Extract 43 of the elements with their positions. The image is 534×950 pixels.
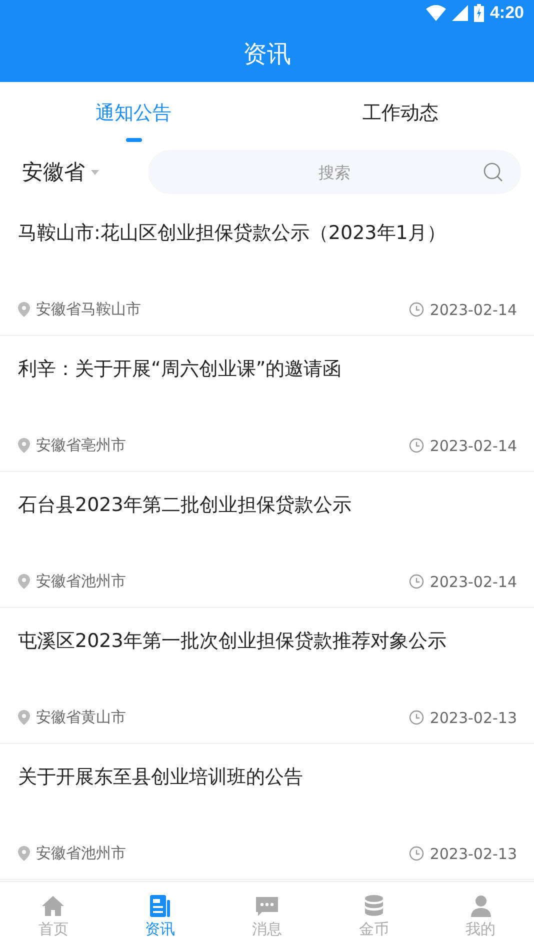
signal-icon [452, 5, 468, 21]
province-dropdown[interactable]: 安徽省 [22, 158, 128, 186]
article-item[interactable]: 屯溪区2023年第一批次创业担保贷款推荐对象公示 安徽省黄山市 2023-02-13 [0, 608, 534, 744]
article-item[interactable]: 利辛：关于开展“周六创业课”的邀请函 安徽省亳州市 2023-02-14 [0, 336, 534, 472]
article-title: 屯溪区2023年第一批次创业担保贷款推荐对象公示 [18, 629, 448, 654]
location-pin-icon [18, 302, 30, 317]
clock-icon [408, 574, 424, 589]
article-title: 关于开展东至县创业培训班的公告 [18, 765, 304, 790]
article-location: 安徽省亳州市 [36, 436, 126, 455]
status-time: 4:20 [490, 3, 524, 23]
page-title: 资讯 [243, 39, 291, 70]
location-pin-icon [18, 438, 30, 453]
clock-icon [408, 846, 424, 861]
article-item[interactable]: 关于开展东至县创业培训班的公告 安徽省池州市 2023-02-13 [0, 744, 534, 880]
article-date: 2023-02-13 [430, 844, 517, 862]
article-title: 利辛：关于开展“周六创业课”的邀请函 [18, 357, 343, 382]
location-pin-icon [18, 846, 30, 861]
search-field[interactable]: 搜索 [148, 150, 521, 194]
article-date: 2023-02-14 [430, 572, 517, 590]
clock-icon [408, 438, 424, 453]
location-pin-icon [18, 710, 30, 725]
wifi-icon [426, 5, 446, 21]
article-date: 2023-02-14 [430, 300, 517, 318]
article-location: 安徽省池州市 [36, 572, 126, 591]
article-date: 2023-02-14 [430, 436, 517, 454]
clock-icon [408, 710, 424, 725]
home-icon [41, 894, 66, 918]
article-location: 安徽省池州市 [36, 844, 126, 863]
clock-icon [408, 302, 424, 317]
article-date: 2023-02-13 [430, 708, 517, 726]
article-location: 安徽省马鞍山市 [36, 300, 141, 319]
search-icon[interactable] [483, 162, 503, 182]
article-item[interactable]: 马鞍山市:花山区创业担保贷款公示（2023年1月） 安徽省马鞍山市 2023-02-14 [0, 200, 534, 336]
article-location: 安徽省黄山市 [36, 708, 126, 727]
article-title: 马鞍山市:花山区创业担保贷款公示（2023年1月） [18, 221, 447, 246]
location-pin-icon [18, 574, 30, 589]
user-icon [468, 894, 493, 918]
article-item[interactable]: 石台县2023年第二批创业担保贷款公示 安徽省池州市 2023-02-14 [0, 472, 534, 608]
article-title: 石台县2023年第二批创业担保贷款公示 [18, 493, 352, 518]
caret-icon [91, 170, 99, 174]
document-icon [148, 894, 172, 918]
battery-icon [474, 4, 484, 22]
tab[interactable]: 工作动态 [267, 82, 534, 144]
